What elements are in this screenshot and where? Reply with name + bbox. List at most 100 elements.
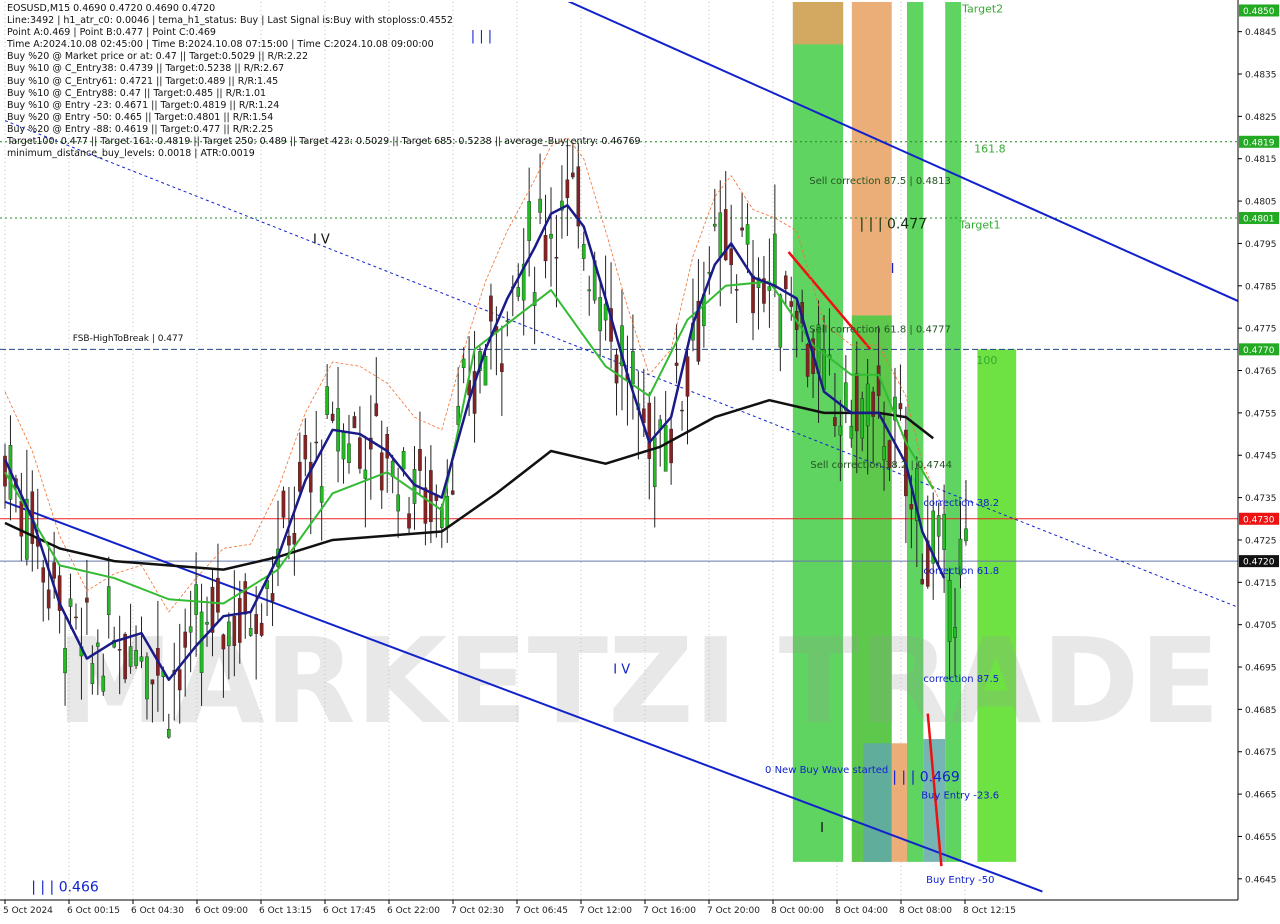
candle-body [500,363,504,372]
candle-body [287,535,291,546]
y-tick-label: 0.4695 [1245,664,1277,674]
y-tick-label: 0.4655 [1245,833,1277,843]
candle-body [833,417,837,426]
y-tick-label: 0.4685 [1245,706,1277,716]
candle-body [751,275,755,314]
candle-body [232,616,237,646]
chart-annotation: | | | 0.466 [31,880,99,896]
candle-body [418,449,422,471]
candle-body [145,656,149,700]
y-tick-label: 0.4725 [1245,536,1277,546]
candle-body [767,286,772,291]
candle-body [947,580,952,642]
candle-body [254,614,258,634]
candle-body [942,513,946,550]
candle-body [663,424,668,472]
candle-body [248,627,253,636]
candle-body [527,201,531,241]
candle-body [183,631,187,648]
candle-body [538,198,542,213]
candle-body [188,626,193,633]
x-tick-label: 7 Oct 02:30 [451,906,504,916]
candle-body [554,257,559,259]
candle-body [805,343,810,377]
chart-annotation: I [820,821,824,836]
chart-annotation: Buy Entry -23.6 [921,790,999,801]
candle-body [396,494,400,512]
candle-body [237,598,242,643]
candle-body [964,528,968,542]
x-tick-label: 6 Oct 13:15 [259,906,312,916]
candle-body [374,403,379,417]
price-badge-label: 0.4730 [1243,515,1275,525]
candle-body [68,598,73,607]
x-tick-label: 5 Oct 2024 [3,906,53,916]
candle-body [216,577,220,613]
candle-body [849,425,854,439]
candle-body [330,413,335,421]
candle-body [718,212,723,258]
zone-column [977,349,1017,862]
candle-body [565,179,570,199]
zone-column [792,2,844,45]
candle-body [571,172,575,178]
candle-body [489,295,493,322]
candle-body [314,441,319,444]
candle-body [450,490,455,495]
y-tick-label: 0.4745 [1245,452,1277,462]
y-tick-label: 0.4785 [1245,282,1277,292]
y-tick-label: 0.4775 [1245,325,1277,335]
chart-annotation: I V [613,662,630,677]
y-tick-label: 0.4665 [1245,791,1277,801]
x-tick-label: 7 Oct 16:00 [643,906,696,916]
chart-annotation: I V [313,232,330,247]
candle-body [227,621,231,647]
y-tick-label: 0.4815 [1245,155,1277,165]
chart-annotation: Sell correction 61.8 | 0.4777 [809,324,951,335]
chart-annotation: Target1 [958,219,1000,232]
candle-body [423,487,428,524]
candle-body [205,622,209,625]
y-tick-label: 0.4675 [1245,748,1277,758]
candle-body [117,649,122,651]
chart-annotation: correction 38.2 [923,498,999,509]
chart-annotation: correction 87.5 [923,674,999,685]
y-tick-label: 0.4715 [1245,579,1277,589]
y-tick-label: 0.4755 [1245,409,1277,419]
candle-body [379,452,384,491]
chart-annotation: Sell correction 87.5 | 0.4813 [809,176,951,187]
price-badge-label: 0.4720 [1243,558,1275,568]
y-tick-label: 0.4845 [1245,28,1277,38]
price-badge-label: 0.4770 [1243,346,1275,356]
candle-body [292,533,297,545]
x-tick-label: 6 Oct 17:45 [323,906,376,916]
candle-body [783,275,788,290]
candle-body [41,567,46,583]
chart-annotation: I [891,262,895,277]
candle-body [352,416,357,429]
x-tick-label: 8 Oct 00:00 [771,906,824,916]
candle-body [876,365,881,396]
candle-body [549,233,553,239]
candle-body [483,355,488,386]
candle-body [685,356,690,397]
candle-body [838,425,843,436]
price-badge-label: 0.4801 [1243,215,1275,225]
candle-body [221,634,226,650]
y-tick-label: 0.4705 [1245,621,1277,631]
candle-body [920,579,925,585]
candle-body [669,428,673,464]
chart: MARKETZI TRADE Target2 161.8 Target1 100 Sell… [0,0,1280,920]
candle-body [445,495,450,527]
candle-body [281,490,286,518]
candle-body [631,351,635,384]
price-chart-svg: MARKETZI TRADETarget2161.8Target1100Sell… [0,0,1280,920]
candle-body [270,593,275,602]
candle-body [407,513,411,529]
x-tick-label: 8 Oct 08:00 [899,906,952,916]
candle-body [85,597,89,603]
chart-annotation: Sell correction 38.2 | 0.4744 [810,460,952,471]
candle-body [429,470,433,523]
x-tick-label: 6 Oct 00:15 [67,906,120,916]
candle-body [953,626,957,638]
